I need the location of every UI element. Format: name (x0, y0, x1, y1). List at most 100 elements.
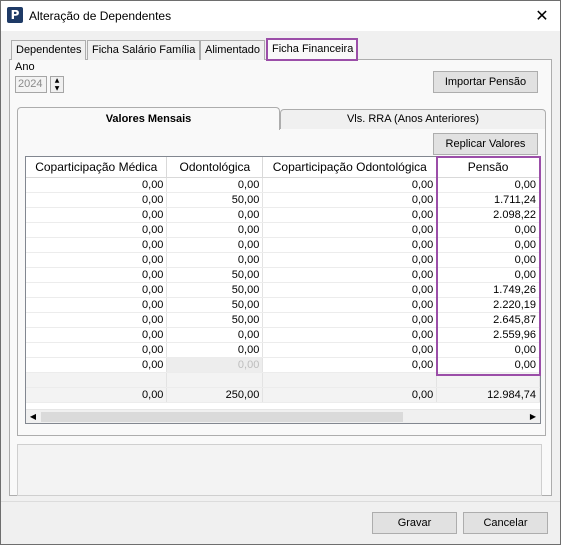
importar-pensao-button[interactable]: Importar Pensão (433, 71, 538, 93)
table-row[interactable]: 0,00 0,00 0,00 2.559,96 (26, 327, 540, 343)
table-cell[interactable]: 0,00 (166, 237, 264, 253)
scroll-thumb[interactable] (41, 412, 403, 422)
table-cell[interactable]: 0,00 (166, 327, 264, 343)
table-row[interactable]: 0,00 0,00 0,00 0,00 (26, 177, 540, 193)
table-row[interactable]: 0,00 50,00 0,00 1.711,24 (26, 192, 540, 208)
table-cell[interactable]: 50,00 (166, 267, 264, 283)
table-row[interactable]: 0,00 0,00 0,00 0,00 (26, 237, 540, 253)
table-cell[interactable]: 0,00 (26, 357, 168, 373)
table-cell[interactable]: 0,00 (26, 342, 168, 358)
table-cell[interactable]: 0,00 (26, 327, 168, 343)
table-cell[interactable]: 0,00 (262, 222, 438, 238)
table-cell[interactable]: 2.645,87 (436, 312, 540, 328)
table-cell[interactable]: 0,00 (262, 327, 438, 343)
spin-up-icon[interactable]: ▲ (51, 77, 63, 85)
tab-alimentado[interactable]: Alimentado (200, 40, 266, 60)
table-cell[interactable]: 0,00 (26, 297, 168, 313)
table-row[interactable]: 0,00 0,00 0,00 0,00 (26, 357, 540, 373)
table-cell[interactable]: 0,00 (26, 312, 168, 328)
spacer-cell (166, 372, 264, 388)
table-cell[interactable]: 0,00 (166, 357, 264, 373)
table-cell[interactable]: 2.098,22 (436, 207, 540, 223)
dialog-window: P Alteração de Dependentes ✕ Dependentes… (0, 0, 561, 545)
cancelar-button[interactable]: Cancelar (463, 512, 548, 534)
table-cell[interactable]: 50,00 (166, 312, 264, 328)
table-cell[interactable]: 0,00 (166, 342, 264, 358)
table-cell[interactable]: 0,00 (436, 177, 540, 193)
tab-valores-mensais[interactable]: Valores Mensais (17, 107, 280, 130)
table-cell[interactable]: 0,00 (262, 237, 438, 253)
table-cell[interactable]: 0,00 (166, 252, 264, 268)
col-odontologica[interactable]: Odontológica (166, 157, 264, 178)
scroll-left-icon[interactable]: ◀ (26, 410, 40, 423)
horizontal-scrollbar[interactable]: ◀ ▶ (26, 409, 540, 423)
table-cell[interactable]: 0,00 (166, 207, 264, 223)
table-cell[interactable]: 0,00 (26, 267, 168, 283)
table-row[interactable]: 0,00 0,00 0,00 0,00 (26, 342, 540, 358)
table-cell[interactable]: 2.220,19 (436, 297, 540, 313)
table-cell[interactable]: 0,00 (262, 207, 438, 223)
total-cell: 250,00 (166, 387, 264, 403)
values-grid[interactable]: Coparticipação Médica Odontológica Copar… (25, 156, 541, 424)
table-cell[interactable]: 0,00 (436, 267, 540, 283)
table-cell[interactable]: 0,00 (262, 177, 438, 193)
table-cell[interactable]: 0,00 (26, 192, 168, 208)
table-cell[interactable]: 50,00 (166, 297, 264, 313)
table-row[interactable]: 0,00 0,00 0,00 0,00 (26, 222, 540, 238)
table-cell[interactable]: 0,00 (436, 342, 540, 358)
ano-input[interactable]: 2024 (15, 76, 47, 93)
table-cell[interactable]: 0,00 (262, 297, 438, 313)
table-cell[interactable]: 0,00 (262, 357, 438, 373)
title-bar: P Alteração de Dependentes ✕ (1, 1, 560, 31)
tab-vls-rra[interactable]: Vls. RRA (Anos Anteriores) (280, 109, 546, 129)
gravar-button[interactable]: Gravar (372, 512, 457, 534)
table-cell[interactable]: 0,00 (436, 252, 540, 268)
table-cell[interactable]: 0,00 (436, 237, 540, 253)
table-row[interactable]: 0,00 50,00 0,00 2.220,19 (26, 297, 540, 313)
table-row[interactable]: 0,00 0,00 0,00 2.098,22 (26, 207, 540, 223)
ano-spinner[interactable]: ▲ ▼ (50, 76, 64, 93)
values-table: Coparticipação Médica Odontológica Copar… (26, 157, 540, 403)
scroll-right-icon[interactable]: ▶ (526, 410, 540, 423)
close-button[interactable]: ✕ (530, 5, 554, 27)
table-cell[interactable]: 0,00 (436, 357, 540, 373)
spacer-cell (26, 372, 168, 388)
spacer-row (26, 372, 540, 388)
table-cell[interactable]: 0,00 (262, 267, 438, 283)
table-cell[interactable]: 0,00 (166, 177, 264, 193)
table-cell[interactable]: 0,00 (26, 282, 168, 298)
tab-ficha-salario-familia[interactable]: Ficha Salário Família (87, 40, 201, 60)
tab-dependentes[interactable]: Dependentes (11, 40, 87, 60)
table-cell[interactable]: 0,00 (26, 177, 168, 193)
spacer-cell (262, 372, 438, 388)
table-row[interactable]: 0,00 50,00 0,00 1.749,26 (26, 282, 540, 298)
table-cell[interactable]: 1.749,26 (436, 282, 540, 298)
table-row[interactable]: 0,00 0,00 0,00 0,00 (26, 252, 540, 268)
total-cell: 0,00 (262, 387, 438, 403)
table-cell[interactable]: 0,00 (26, 207, 168, 223)
col-coparticipacao-medica[interactable]: Coparticipação Médica (26, 157, 168, 178)
table-cell[interactable]: 0,00 (166, 222, 264, 238)
table-cell[interactable]: 0,00 (262, 342, 438, 358)
table-cell[interactable]: 50,00 (166, 192, 264, 208)
table-cell[interactable]: 0,00 (262, 312, 438, 328)
table-cell[interactable]: 2.559,96 (436, 327, 540, 343)
table-row[interactable]: 0,00 50,00 0,00 0,00 (26, 267, 540, 283)
table-cell[interactable]: 0,00 (262, 252, 438, 268)
spin-down-icon[interactable]: ▼ (51, 85, 63, 93)
bottom-divider (1, 501, 560, 502)
col-coparticipacao-odontologica[interactable]: Coparticipação Odontológica (262, 157, 438, 178)
replicar-valores-button[interactable]: Replicar Valores (433, 133, 538, 155)
table-row[interactable]: 0,00 50,00 0,00 2.645,87 (26, 312, 540, 328)
table-cell[interactable]: 0,00 (26, 252, 168, 268)
col-pensao[interactable]: Pensão (436, 157, 540, 178)
table-cell[interactable]: 0,00 (26, 237, 168, 253)
table-cell[interactable]: 1.711,24 (436, 192, 540, 208)
inner-tab-strip: Valores Mensais Vls. RRA (Anos Anteriore… (17, 107, 547, 130)
table-cell[interactable]: 0,00 (436, 222, 540, 238)
table-cell[interactable]: 50,00 (166, 282, 264, 298)
table-cell[interactable]: 0,00 (26, 222, 168, 238)
table-cell[interactable]: 0,00 (262, 282, 438, 298)
tab-ficha-financeira[interactable]: Ficha Financeira (266, 38, 358, 61)
table-cell[interactable]: 0,00 (262, 192, 438, 208)
